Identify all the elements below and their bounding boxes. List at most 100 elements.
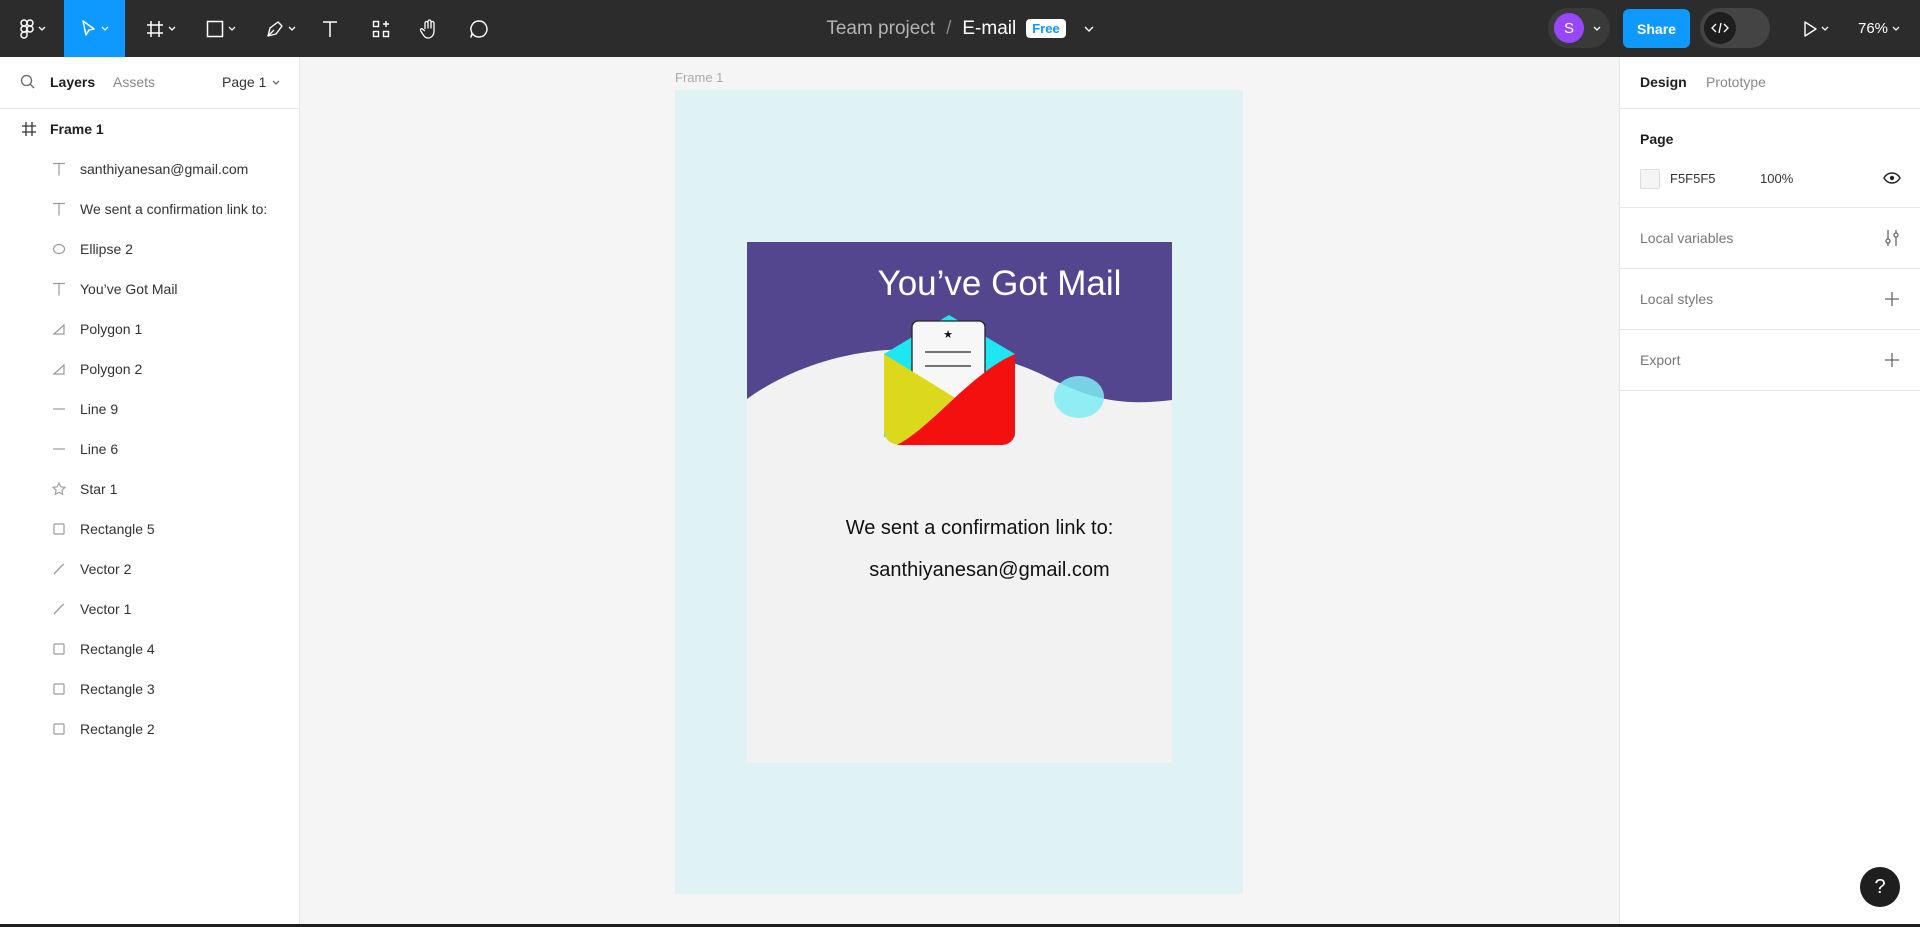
pen-tool-button[interactable] — [258, 0, 304, 57]
layer-row[interactable]: Polygon 2 — [0, 349, 300, 389]
search-icon[interactable] — [20, 74, 36, 90]
tab-layers[interactable]: Layers — [50, 74, 95, 90]
local-variables-section: Local variables — [1620, 208, 1920, 269]
tab-assets[interactable]: Assets — [113, 74, 155, 90]
local-variables-title: Local variables — [1640, 230, 1734, 246]
resources-tool-button[interactable] — [366, 0, 396, 57]
text-icon — [52, 162, 66, 176]
layer-row[interactable]: Line 9 — [0, 389, 300, 429]
layer-name: Star 1 — [80, 481, 118, 497]
email-title: You’ve Got Mail — [877, 264, 1122, 303]
text-icon — [323, 20, 337, 37]
layer-name: Frame 1 — [50, 121, 104, 137]
share-button[interactable]: Share — [1623, 9, 1690, 48]
ellipse-icon — [52, 242, 66, 256]
left-panel-tabs: Layers Assets Page 1 — [0, 57, 299, 109]
frame-label[interactable]: Frame 1 — [675, 70, 723, 85]
layer-row[interactable]: We sent a confirmation link to: — [0, 189, 300, 229]
layers-panel: Layers Assets Page 1 Frame 1 santhiyanesa… — [0, 57, 300, 927]
visibility-toggle[interactable] — [1882, 168, 1902, 188]
zoom-control[interactable]: 76% — [1858, 0, 1900, 57]
chevron-down-icon — [288, 26, 296, 31]
page-color-swatch[interactable] — [1640, 169, 1660, 189]
line-icon — [52, 402, 66, 416]
polygon-icon — [52, 362, 66, 376]
help-button[interactable]: ? — [1860, 867, 1900, 907]
layer-name: We sent a confirmation link to: — [80, 201, 268, 217]
layer-row[interactable]: Polygon 1 — [0, 309, 300, 349]
tab-design[interactable]: Design — [1640, 74, 1687, 90]
page-section-title: Page — [1640, 131, 1674, 147]
pen-icon — [267, 20, 283, 37]
layer-row-frame[interactable]: Frame 1 — [0, 109, 300, 149]
chevron-down-icon — [228, 26, 236, 31]
page-color-opacity[interactable]: 100% — [1760, 171, 1793, 186]
page-selector-label: Page 1 — [222, 74, 267, 90]
email-card[interactable]: ★ You’ve Got Mail We sent a confirmation… — [747, 242, 1172, 763]
add-style-button[interactable] — [1882, 289, 1902, 309]
polygon-icon — [52, 322, 66, 336]
layer-row[interactable]: Rectangle 2 — [0, 709, 300, 749]
hand-icon — [420, 18, 435, 39]
chevron-down-icon — [168, 26, 176, 31]
avatar: S — [1554, 13, 1584, 43]
layer-row[interactable]: Rectangle 5 — [0, 509, 300, 549]
vector-icon — [52, 562, 66, 576]
add-export-button[interactable] — [1882, 350, 1902, 370]
figma-logo-icon — [20, 18, 34, 39]
cursor-icon — [81, 19, 95, 36]
hand-tool-button[interactable] — [414, 0, 444, 57]
right-panel-tabs: Design Prototype — [1620, 57, 1920, 109]
rectangle-icon — [52, 522, 66, 536]
move-tool-button[interactable] — [64, 0, 125, 57]
text-tool-button[interactable] — [316, 0, 344, 57]
layer-row[interactable]: Line 6 — [0, 429, 300, 469]
rectangle-icon — [52, 722, 66, 736]
breadcrumb-separator: / — [946, 17, 952, 39]
chevron-down-icon[interactable] — [1084, 26, 1094, 32]
comment-tool-button[interactable] — [464, 0, 494, 57]
layer-row[interactable]: Vector 2 — [0, 549, 300, 589]
frame-icon — [22, 122, 36, 136]
tab-prototype[interactable]: Prototype — [1706, 74, 1766, 90]
text-icon — [52, 202, 66, 216]
shape-tool-button[interactable] — [198, 0, 244, 57]
layer-name: Line 9 — [80, 401, 119, 417]
dev-mode-knob — [1704, 12, 1736, 44]
chevron-down-icon — [272, 80, 280, 85]
layer-row[interactable]: Star 1 — [0, 469, 300, 509]
bubble-ellipse — [1054, 376, 1104, 418]
layer-name: Rectangle 3 — [80, 681, 155, 697]
layer-row[interactable]: Vector 1 — [0, 589, 300, 629]
canvas[interactable]: Frame 1 ★ You’ve Got Mail We sent a conf… — [301, 57, 1619, 927]
page-color-hex[interactable]: F5F5F5 — [1670, 171, 1716, 186]
dev-mode-toggle[interactable] — [1700, 8, 1770, 48]
zoom-level: 76% — [1858, 20, 1889, 37]
multiplayer-avatars[interactable]: S — [1548, 8, 1610, 48]
layer-name: Vector 1 — [80, 601, 132, 617]
layer-row[interactable]: Ellipse 2 — [0, 229, 300, 269]
layer-row[interactable]: Rectangle 4 — [0, 629, 300, 669]
layer-name: santhiyanesan@gmail.com — [80, 161, 249, 177]
file-name[interactable]: E-mail — [962, 18, 1016, 40]
breadcrumb-team[interactable]: Team project — [826, 18, 935, 40]
layer-name: Rectangle 5 — [80, 521, 155, 537]
layer-row[interactable]: Rectangle 3 — [0, 669, 300, 709]
variables-button[interactable] — [1882, 228, 1902, 248]
frame-tool-button[interactable] — [138, 0, 184, 57]
layer-name: Ellipse 2 — [80, 241, 133, 257]
present-button[interactable] — [1796, 0, 1836, 57]
frame-icon — [147, 20, 163, 37]
main-menu-button[interactable] — [12, 0, 54, 57]
layer-name: You’ve Got Mail — [80, 281, 178, 297]
page-section: Page F5F5F5 100% — [1620, 109, 1920, 208]
page-selector[interactable]: Page 1 — [222, 74, 280, 90]
layer-name: Polygon 2 — [80, 361, 143, 377]
play-icon — [1804, 20, 1817, 37]
layer-row[interactable]: santhiyanesan@gmail.com — [0, 149, 300, 189]
layer-row[interactable]: You’ve Got Mail — [0, 269, 300, 309]
plan-badge[interactable]: Free — [1026, 19, 1066, 38]
chevron-down-icon — [38, 26, 46, 31]
local-styles-title: Local styles — [1640, 291, 1714, 307]
star-icon — [52, 482, 66, 496]
